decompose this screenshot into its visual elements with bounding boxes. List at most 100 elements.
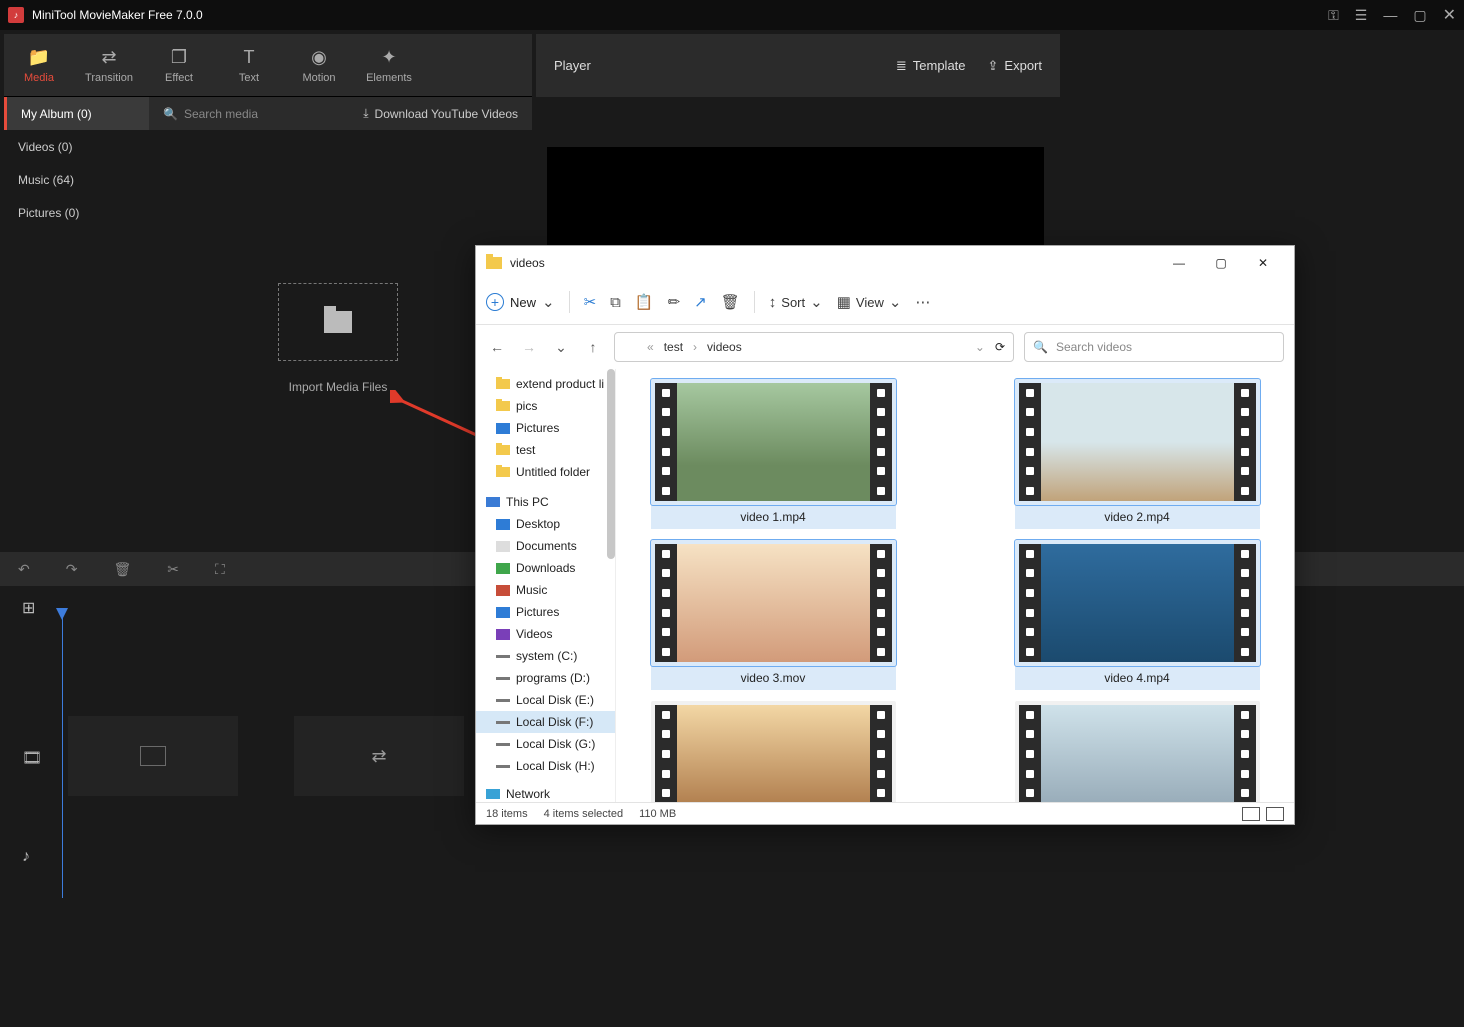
view-switcher[interactable] [1242, 807, 1284, 821]
hamburger-icon[interactable]: ☰ [1355, 7, 1368, 24]
download-youtube-button[interactable]: ⤓Download YouTube Videos [363, 106, 518, 121]
tab-elements[interactable]: ✦Elements [354, 34, 424, 96]
tab-label: Transition [85, 72, 133, 84]
key-icon[interactable]: ⚿ [1328, 7, 1339, 24]
video-thumbnail [1041, 544, 1234, 662]
redo-button[interactable]: ↷ [66, 561, 78, 578]
rename-icon[interactable]: ✏ [668, 293, 681, 311]
import-dropzone[interactable] [278, 283, 398, 361]
tab-text[interactable]: TText [214, 34, 284, 96]
tree-downloads[interactable]: Downloads [476, 557, 615, 579]
close-button[interactable]: ✕ [1443, 5, 1456, 25]
tree-pics[interactable]: pics [476, 395, 615, 417]
tab-effect[interactable]: ❐Effect [144, 34, 214, 96]
address-bar[interactable]: « test › videos ⌄ ⟳ [614, 332, 1014, 362]
video-track-slot[interactable] [68, 716, 238, 796]
explorer-minimize-button[interactable]: — [1158, 246, 1200, 280]
transition-track-slot[interactable]: ⇄ [294, 716, 464, 796]
crumb-test[interactable]: test [664, 340, 683, 354]
crop-button[interactable]: ⛶ [215, 561, 225, 578]
view-label: View [856, 295, 884, 310]
export-icon: ⇪ [988, 58, 999, 74]
audio-track-icon: ♪ [22, 848, 30, 866]
tree-network[interactable]: Network [476, 783, 615, 802]
tree-local-f[interactable]: Local Disk (F:) [476, 711, 615, 733]
tree-label: system (C:) [516, 649, 577, 663]
tab-label: Text [239, 72, 259, 84]
tree-documents[interactable]: Documents [476, 535, 615, 557]
file-video6[interactable] [1015, 701, 1260, 802]
explorer-close-button[interactable]: ✕ [1242, 246, 1284, 280]
copy-icon[interactable]: ⧉ [610, 294, 621, 311]
tree-desktop[interactable]: Desktop [476, 513, 615, 535]
motion-icon: ◉ [311, 47, 327, 68]
tab-transition[interactable]: ⇄Transition [74, 34, 144, 96]
chevron-down-icon[interactable]: ⌄ [975, 340, 985, 354]
explorer-command-bar: +New⌄ ✂ ⧉ 📋 ✏ ↗ 🗑 ↕Sort⌄ ▦View⌄ ⋯ [476, 280, 1294, 325]
delete-icon[interactable]: 🗑 [721, 293, 740, 311]
nav-up-button[interactable]: ↑ [582, 339, 604, 355]
tree-test[interactable]: test [476, 439, 615, 461]
explorer-nav-row: ← → ⌄ ↑ « test › videos ⌄ ⟳ 🔍 Search vid… [476, 325, 1294, 369]
timeline-playhead[interactable] [62, 608, 63, 898]
tab-media[interactable]: 📁Media [4, 34, 74, 96]
refresh-icon[interactable]: ⟳ [995, 340, 1005, 354]
file-video5[interactable] [651, 701, 896, 802]
tree-scrollbar[interactable] [607, 369, 615, 559]
file-video1[interactable]: video 1.mp4 [651, 379, 896, 534]
album-my-album[interactable]: My Album (0) [4, 97, 149, 130]
explorer-titlebar: videos — ▢ ✕ [476, 246, 1294, 280]
export-button[interactable]: ⇪Export [988, 58, 1042, 74]
album-videos[interactable]: Videos (0) [4, 130, 149, 163]
file-video2[interactable]: video 2.mp4 [1015, 379, 1260, 534]
file-video3[interactable]: video 3.mov [651, 540, 896, 695]
maximize-button[interactable]: ▢ [1413, 7, 1426, 24]
search-placeholder: Search videos [1056, 340, 1132, 354]
tree-pictures[interactable]: Pictures [476, 601, 615, 623]
tree-this-pc[interactable]: This PC [476, 491, 615, 513]
template-button[interactable]: ≣Template [896, 58, 966, 74]
add-track-icon[interactable]: ⊞ [22, 598, 35, 618]
tree-programs-d[interactable]: programs (D:) [476, 667, 615, 689]
album-pictures[interactable]: Pictures (0) [4, 196, 149, 229]
download-icon: ⤓ [363, 106, 368, 121]
explorer-view-button[interactable]: ▦View⌄ [837, 293, 902, 311]
nav-back-button[interactable]: ← [486, 339, 508, 355]
tree-pictures-top[interactable]: Pictures [476, 417, 615, 439]
player-label: Player [554, 58, 591, 73]
explorer-tree: extend product li pics Pictures test Unt… [476, 369, 616, 802]
nav-recent-button[interactable]: ⌄ [550, 339, 572, 356]
delete-button[interactable]: 🗑 [113, 561, 131, 578]
tab-motion[interactable]: ◉Motion [284, 34, 354, 96]
file-video4[interactable]: video 4.mp4 [1015, 540, 1260, 695]
tree-local-g[interactable]: Local Disk (G:) [476, 733, 615, 755]
status-selected: 4 items selected [544, 808, 623, 820]
video-thumbnail [1041, 383, 1234, 501]
app-titlebar: ♪ MiniTool MovieMaker Free 7.0.0 ⚿ ☰ — ▢… [0, 0, 1464, 30]
share-icon[interactable]: ↗ [694, 293, 707, 311]
tree-videos[interactable]: Videos [476, 623, 615, 645]
tree-local-e[interactable]: Local Disk (E:) [476, 689, 615, 711]
explorer-new-button[interactable]: +New⌄ [486, 293, 555, 311]
video-thumbnail [677, 383, 870, 501]
tree-label: Documents [516, 539, 577, 553]
folder-icon [486, 257, 502, 269]
explorer-search-input[interactable]: 🔍 Search videos [1024, 332, 1284, 362]
search-input[interactable]: 🔍Search media [163, 107, 363, 121]
paste-icon[interactable]: 📋 [635, 293, 654, 311]
cut-button[interactable]: ✂ [167, 561, 179, 578]
tree-extend[interactable]: extend product li [476, 373, 615, 395]
tree-system-c[interactable]: system (C:) [476, 645, 615, 667]
explorer-maximize-button[interactable]: ▢ [1200, 246, 1242, 280]
crumb-videos[interactable]: videos [707, 340, 742, 354]
cut-icon[interactable]: ✂ [584, 293, 597, 311]
explorer-sort-button[interactable]: ↕Sort⌄ [769, 293, 823, 311]
tree-music[interactable]: Music [476, 579, 615, 601]
tree-untitled[interactable]: Untitled folder [476, 461, 615, 483]
tree-local-h[interactable]: Local Disk (H:) [476, 755, 615, 777]
album-label: Videos (0) [18, 140, 72, 154]
minimize-button[interactable]: — [1383, 7, 1397, 23]
album-music[interactable]: Music (64) [4, 163, 149, 196]
more-icon[interactable]: ⋯ [915, 293, 930, 311]
undo-button[interactable]: ↶ [18, 561, 30, 578]
